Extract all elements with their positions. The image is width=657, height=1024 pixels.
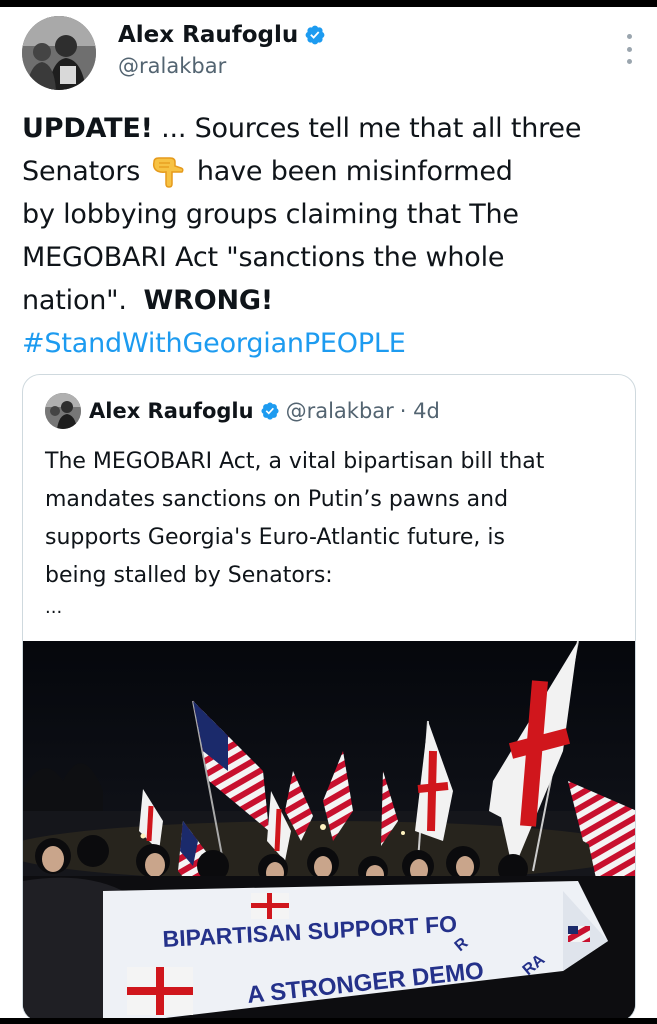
quoted-text-line: supports Georgia's Euro-Atlantic future,…: [45, 525, 505, 550]
more-options-icon[interactable]: [622, 34, 636, 64]
quoted-author-name: Alex Raufoglu: [89, 399, 254, 423]
quoted-author-handle: @ralakbar: [285, 399, 394, 423]
tweet-text-line1: ... Sources tell me that all three: [152, 113, 582, 144]
top-edge: [0, 0, 657, 7]
quoted-text-line: mandates sanctions on Putin’s pawns and: [45, 487, 509, 512]
verified-badge-icon: [261, 402, 279, 420]
avatar[interactable]: [22, 16, 96, 90]
author-handle[interactable]: @ralakbar: [118, 54, 326, 78]
tweet-text-line2-start: Senators: [22, 156, 141, 187]
update-label: UPDATE!: [22, 113, 153, 144]
tweet-text-line5: nation".: [22, 285, 127, 316]
bottom-edge: [0, 1018, 657, 1024]
tweet-text-line3: by lobbying groups claiming that The: [22, 199, 519, 230]
verified-badge-icon: [305, 25, 325, 45]
author-block: Alex Raufoglu @ralakbar: [118, 22, 326, 78]
pointing-down-emoji-icon: [153, 157, 185, 188]
quoted-tweet-header: Alex Raufoglu @ralakbar · 4d: [45, 393, 440, 429]
tweet-text-line2-end: have been misinformed: [196, 156, 513, 187]
show-more-ellipsis[interactable]: ...: [45, 597, 62, 618]
hashtag-link[interactable]: #StandWithGeorgianPEOPLE: [22, 322, 647, 365]
tweet-text-line4: MEGOBARI Act "sanctions the whole: [22, 242, 505, 273]
author-display-name[interactable]: Alex Raufoglu: [118, 22, 298, 48]
quoted-text: The MEGOBARI Act, a vital bipartisan bil…: [45, 443, 625, 595]
tweet-text: UPDATE! ... Sources tell me that all thr…: [22, 107, 647, 365]
protest-photo[interactable]: BIPARTISAN SUPPORT FO A STRONGER DEMO R …: [23, 641, 635, 1021]
quoted-text-line: The MEGOBARI Act, a vital bipartisan bil…: [45, 449, 545, 474]
quoted-avatar: [45, 393, 81, 429]
quoted-tweet[interactable]: Alex Raufoglu @ralakbar · 4d The MEGOBAR…: [22, 374, 636, 1022]
quoted-timestamp: · 4d: [399, 399, 440, 423]
wrong-label: WRONG!: [143, 285, 274, 316]
quoted-text-line: being stalled by Senators:: [45, 563, 333, 588]
tweet-header: Alex Raufoglu @ralakbar: [22, 16, 642, 96]
